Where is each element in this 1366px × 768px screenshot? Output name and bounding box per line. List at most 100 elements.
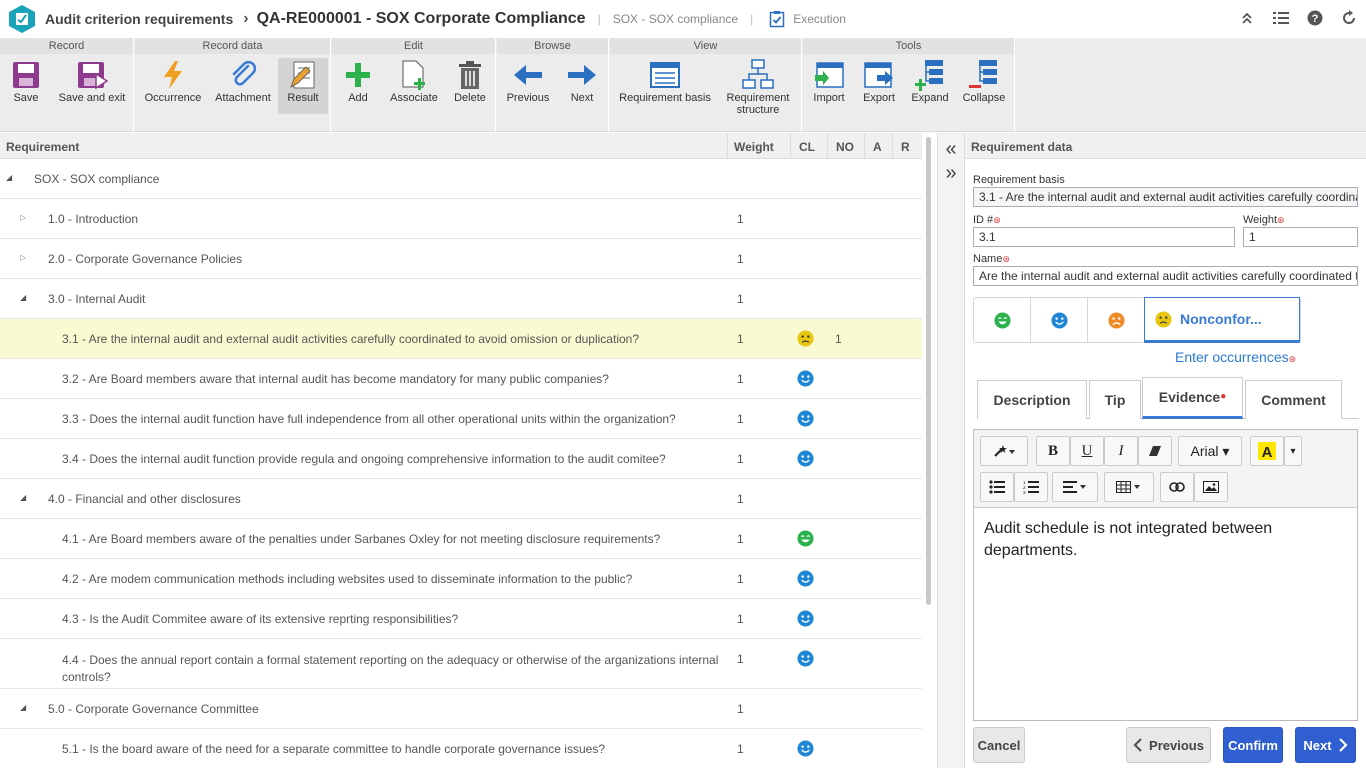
confirm-button[interactable]: Confirm xyxy=(1223,727,1283,763)
numbered-list-button[interactable]: 123 xyxy=(1014,472,1048,502)
table-dropdown[interactable] xyxy=(1104,472,1154,502)
eraser-button[interactable] xyxy=(1138,436,1172,466)
neutral-face-icon xyxy=(797,330,814,347)
tab-tip[interactable]: Tip xyxy=(1089,380,1141,419)
row-label: 4.3 - Is the Audit Commitee aware of its… xyxy=(62,612,459,626)
cancel-button[interactable]: Cancel xyxy=(973,727,1025,763)
table-row[interactable]: ◢ 5.0 - Corporate Governance Committee 1 xyxy=(0,689,922,729)
column-header-r[interactable]: R xyxy=(901,140,910,154)
table-row[interactable]: ◢ 4.0 - Financial and other disclosures … xyxy=(0,479,922,519)
table-row[interactable]: 4.2 - Are modem communication methods in… xyxy=(0,559,922,599)
table-row[interactable]: 3.3 - Does the internal audit function h… xyxy=(0,399,922,439)
tab-evidence[interactable]: Evidence● xyxy=(1142,377,1243,419)
requirement-basis-button[interactable]: Requirement basis xyxy=(616,58,714,114)
collapse-left-icon[interactable]: « xyxy=(938,137,964,161)
table-row-selected[interactable]: 3.1 - Are the internal audit and externa… xyxy=(0,319,922,359)
name-field[interactable]: Are the internal audit and external audi… xyxy=(973,266,1358,286)
expanded-triangle-icon[interactable]: ◢ xyxy=(6,173,12,182)
collapse-button[interactable]: Collapse xyxy=(960,58,1008,114)
align-dropdown[interactable] xyxy=(1052,472,1098,502)
magic-wand-dropdown[interactable] xyxy=(980,436,1028,466)
enter-occurrences-link[interactable]: Enter occurrences⊛ xyxy=(1175,349,1296,365)
add-button[interactable]: Add xyxy=(338,58,378,114)
expanded-triangle-icon[interactable]: ◢ xyxy=(20,703,26,712)
table-row[interactable]: 5.1 - Is the board aware of the need for… xyxy=(0,729,922,768)
table-row[interactable]: 3.2 - Are Board members aware that inter… xyxy=(0,359,922,399)
insert-image-button[interactable] xyxy=(1194,472,1228,502)
document-plus-icon xyxy=(402,60,425,90)
expand-button[interactable]: Expand xyxy=(907,58,953,114)
tab-description[interactable]: Description xyxy=(977,380,1087,419)
svg-text:3: 3 xyxy=(1023,490,1026,494)
next-button[interactable]: Next xyxy=(562,58,602,114)
row-weight: 1 xyxy=(737,212,744,226)
help-icon[interactable]: ? xyxy=(1298,10,1332,29)
expand-label: Expand xyxy=(911,92,949,104)
grid-scrollbar[interactable] xyxy=(924,137,932,767)
table-row[interactable]: 4.3 - Is the Audit Commitee aware of its… xyxy=(0,599,922,639)
table-row[interactable]: ▷ 2.0 - Corporate Governance Policies 1 xyxy=(0,239,922,279)
scrollbar-thumb[interactable] xyxy=(926,137,931,605)
requirement-structure-button[interactable]: Requirement structure xyxy=(720,58,796,116)
column-header-requirement[interactable]: Requirement xyxy=(6,140,79,154)
eval-excellent-button[interactable] xyxy=(974,298,1031,342)
expanded-triangle-icon[interactable]: ◢ xyxy=(20,293,26,302)
weight-field[interactable]: 1 xyxy=(1243,227,1358,247)
bullet-list-button[interactable] xyxy=(980,472,1014,502)
previous-button[interactable]: Previous xyxy=(1126,727,1211,763)
insert-link-button[interactable] xyxy=(1160,472,1194,502)
table-row[interactable]: ◢ 3.0 - Internal Audit 1 xyxy=(0,279,922,319)
collapsed-triangle-icon[interactable]: ▷ xyxy=(20,253,26,262)
import-button[interactable]: Import xyxy=(809,58,849,114)
breadcrumb[interactable]: Audit criterion requirements xyxy=(45,11,233,27)
context-label: SOX - SOX compliance xyxy=(612,12,739,26)
delete-button[interactable]: Delete xyxy=(448,58,492,114)
save-and-exit-button[interactable]: Save and exit xyxy=(54,58,130,114)
column-header-no[interactable]: NO xyxy=(836,140,854,154)
eval-nonconformity-button[interactable]: Nonconfor... xyxy=(1144,297,1300,343)
table-row[interactable]: 4.4 - Does the annual report contain a f… xyxy=(0,639,922,689)
next-button[interactable]: Next xyxy=(1295,727,1356,763)
result-button[interactable]: Result xyxy=(278,58,328,114)
column-header-cl[interactable]: CL xyxy=(799,140,815,154)
table-row[interactable]: ▷ 1.0 - Introduction 1 xyxy=(0,199,922,239)
bold-button[interactable]: B xyxy=(1036,436,1070,466)
table-row[interactable]: 4.1 - Are Board members aware of the pen… xyxy=(0,519,922,559)
previous-button[interactable]: Previous xyxy=(503,58,553,114)
column-header-weight[interactable]: Weight xyxy=(734,140,774,154)
collapse-up-icon[interactable] xyxy=(1230,11,1264,28)
collapsed-triangle-icon[interactable]: ▷ xyxy=(20,213,26,222)
italic-button[interactable]: I xyxy=(1104,436,1138,466)
list-icon[interactable] xyxy=(1264,11,1298,28)
font-family-dropdown[interactable]: Arial ▾ xyxy=(1178,436,1242,466)
eval-good-button[interactable] xyxy=(1031,298,1088,342)
ribbon-group-title: Browse xyxy=(497,38,608,54)
save-button[interactable]: Save xyxy=(6,58,46,114)
requirement-basis-field[interactable]: 3.1 - Are the internal audit and externa… xyxy=(973,187,1358,207)
column-header-a[interactable]: A xyxy=(873,140,882,154)
row-weight: 1 xyxy=(737,412,744,426)
associate-button[interactable]: Associate xyxy=(386,58,442,114)
refresh-icon[interactable] xyxy=(1332,9,1366,29)
table-row[interactable]: ◢ SOX - SOX compliance xyxy=(0,159,922,199)
attachment-button[interactable]: Attachment xyxy=(212,58,274,114)
expanded-triangle-icon[interactable]: ◢ xyxy=(20,493,26,502)
breadcrumb-chevron-icon: › xyxy=(243,10,249,27)
weight-label-text: Weight xyxy=(1243,214,1278,226)
evidence-text-area[interactable]: Audit schedule is not integrated between… xyxy=(974,508,1357,572)
export-button[interactable]: Export xyxy=(857,58,901,114)
export-label: Export xyxy=(863,92,895,104)
highlight-color-button[interactable]: A xyxy=(1250,436,1284,466)
highlight-color-dropdown[interactable]: ▾ xyxy=(1284,436,1302,466)
tab-comment[interactable]: Comment xyxy=(1245,380,1342,419)
id-field[interactable]: 3.1 xyxy=(973,227,1235,247)
expand-right-icon[interactable]: » xyxy=(938,161,964,185)
evidence-editor: B U I Arial ▾ A ▾ 123 Audit schedule is … xyxy=(973,429,1358,721)
row-weight: 1 xyxy=(737,702,744,716)
underline-button[interactable]: U xyxy=(1070,436,1104,466)
requirement-structure-label-line2: structure xyxy=(736,104,780,116)
paperclip-icon xyxy=(232,60,257,86)
eval-bad-button[interactable] xyxy=(1088,298,1145,342)
occurrence-button[interactable]: Occurrence xyxy=(140,58,206,114)
table-row[interactable]: 3.4 - Does the internal audit function p… xyxy=(0,439,922,479)
